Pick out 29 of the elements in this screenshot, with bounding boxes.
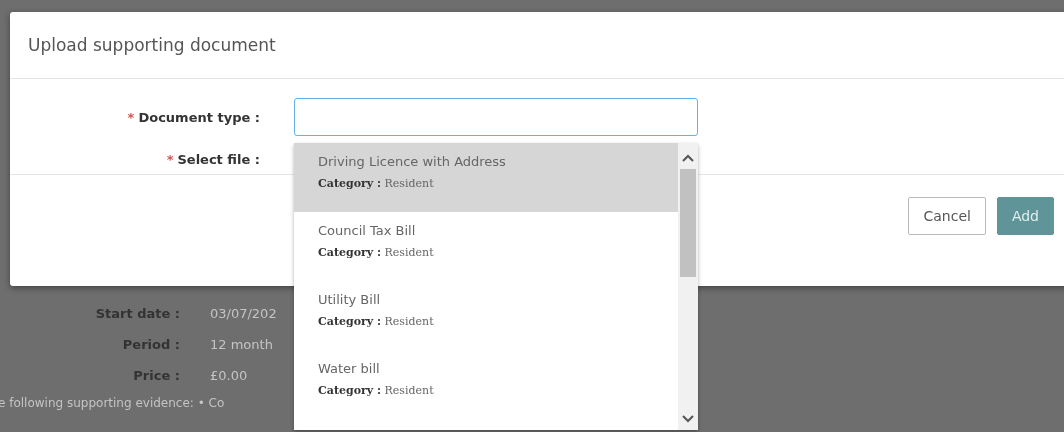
option-name: Water bill (318, 361, 381, 376)
field-label: Document type : (138, 109, 260, 125)
dropdown-option[interactable]: Water bill Category : Resident (294, 350, 678, 419)
scroll-thumb[interactable] (680, 169, 696, 277)
detail-label: Price : (132, 368, 180, 383)
chevron-down-icon[interactable] (682, 414, 694, 424)
dropdown-option[interactable]: Council Tax Bill Category : Resident (294, 212, 678, 281)
dialog-title: Upload supporting document (28, 35, 276, 55)
option-name: Utility Bill (318, 292, 382, 307)
option-category: Category : Resident (318, 384, 435, 397)
detail-value: 12 month (210, 337, 273, 352)
chevron-up-icon[interactable] (682, 153, 694, 163)
detail-value: £0.00 (210, 368, 248, 383)
cancel-button[interactable]: Cancel (908, 197, 986, 235)
dropdown-option[interactable]: Driving Licence with Address Category : Resident (294, 143, 678, 212)
detail-value: 03/07/202 (210, 306, 277, 321)
option-name: Driving Licence with Address (318, 154, 507, 169)
detail-label: Start date : (94, 306, 180, 321)
document-type-field[interactable] (294, 98, 698, 136)
option-name: Council Tax Bill (318, 223, 417, 238)
field-label: Select file : (177, 151, 260, 167)
detail-label: Period : (121, 337, 180, 352)
dropdown-option[interactable]: Utility Bill Category : Resident (294, 281, 678, 350)
required-mark: * (166, 151, 174, 167)
option-category: Category : Resident (318, 246, 435, 259)
option-category: Category : Resident (318, 315, 435, 328)
required-mark: * (127, 109, 135, 125)
option-category: Category : Resident (318, 177, 435, 190)
scrollbar[interactable] (678, 143, 698, 430)
